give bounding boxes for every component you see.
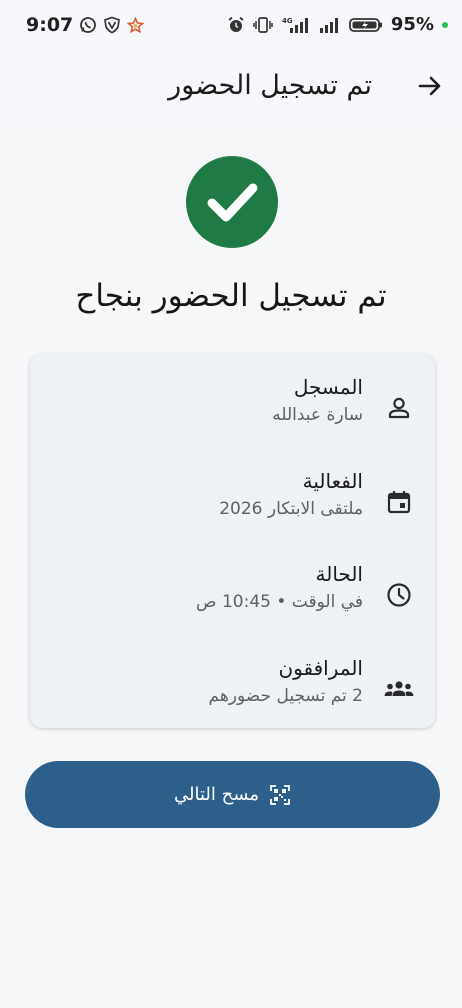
detail-value: 2 تم تسجيل حضورهم [208,686,363,706]
mobile-signal-4g-icon: 4G [282,17,308,33]
calendar-icon [387,491,411,514]
group-icon [384,681,414,696]
vibrate-icon [253,16,273,33]
battery-charging-icon [349,17,382,32]
alarm-icon [228,16,244,32]
detail-label: الحالة [315,562,363,586]
scan-next-button[interactable]: مسح التالي [25,761,440,828]
detail-row-companions: المرافقون 2 تم تسجيل حضورهم [30,653,435,733]
detail-label: الفعالية [302,469,363,493]
vpn-shield-icon [104,16,121,34]
signal-icon [319,17,338,33]
page-title: تم تسجيل الحضور [168,70,372,101]
detail-value: في الوقت • 10:45 ص [195,592,363,612]
qr-scan-icon [270,784,290,805]
detail-row-registrant: المسجل سارة عبدالله [30,372,435,452]
app-bar: تم تسجيل الحضور [0,54,462,122]
detail-row-event: الفعالية ملتقى الابتكار 2026 [30,466,435,546]
detail-row-status: الحالة في الوقت • 10:45 ص [30,559,435,639]
star-notification-icon [127,16,145,33]
clock-icon [387,583,411,607]
whatsapp-icon [80,17,97,33]
status-bar: 9:07 4G 95% [0,0,462,54]
success-headline: تم تسجيل الحضور بنجاح [75,278,387,314]
scan-next-label: مسح التالي [174,784,259,805]
details-card: المسجل سارة عبدالله الفعالية ملتقى الابت… [30,354,435,728]
arrow-forward-icon[interactable] [416,72,444,100]
detail-value: سارة عبدالله [272,405,363,425]
status-time: 9:07 [26,14,74,36]
detail-label: المسجل [293,375,363,399]
svg-text:4G: 4G [282,17,293,25]
privacy-indicator-dot [442,21,448,28]
battery-percent: 95% [390,14,434,35]
person-icon [388,397,410,419]
detail-value: ملتقى الابتكار 2026 [219,499,363,519]
check-circle-icon [186,156,278,248]
detail-label: المرافقون [278,656,363,680]
